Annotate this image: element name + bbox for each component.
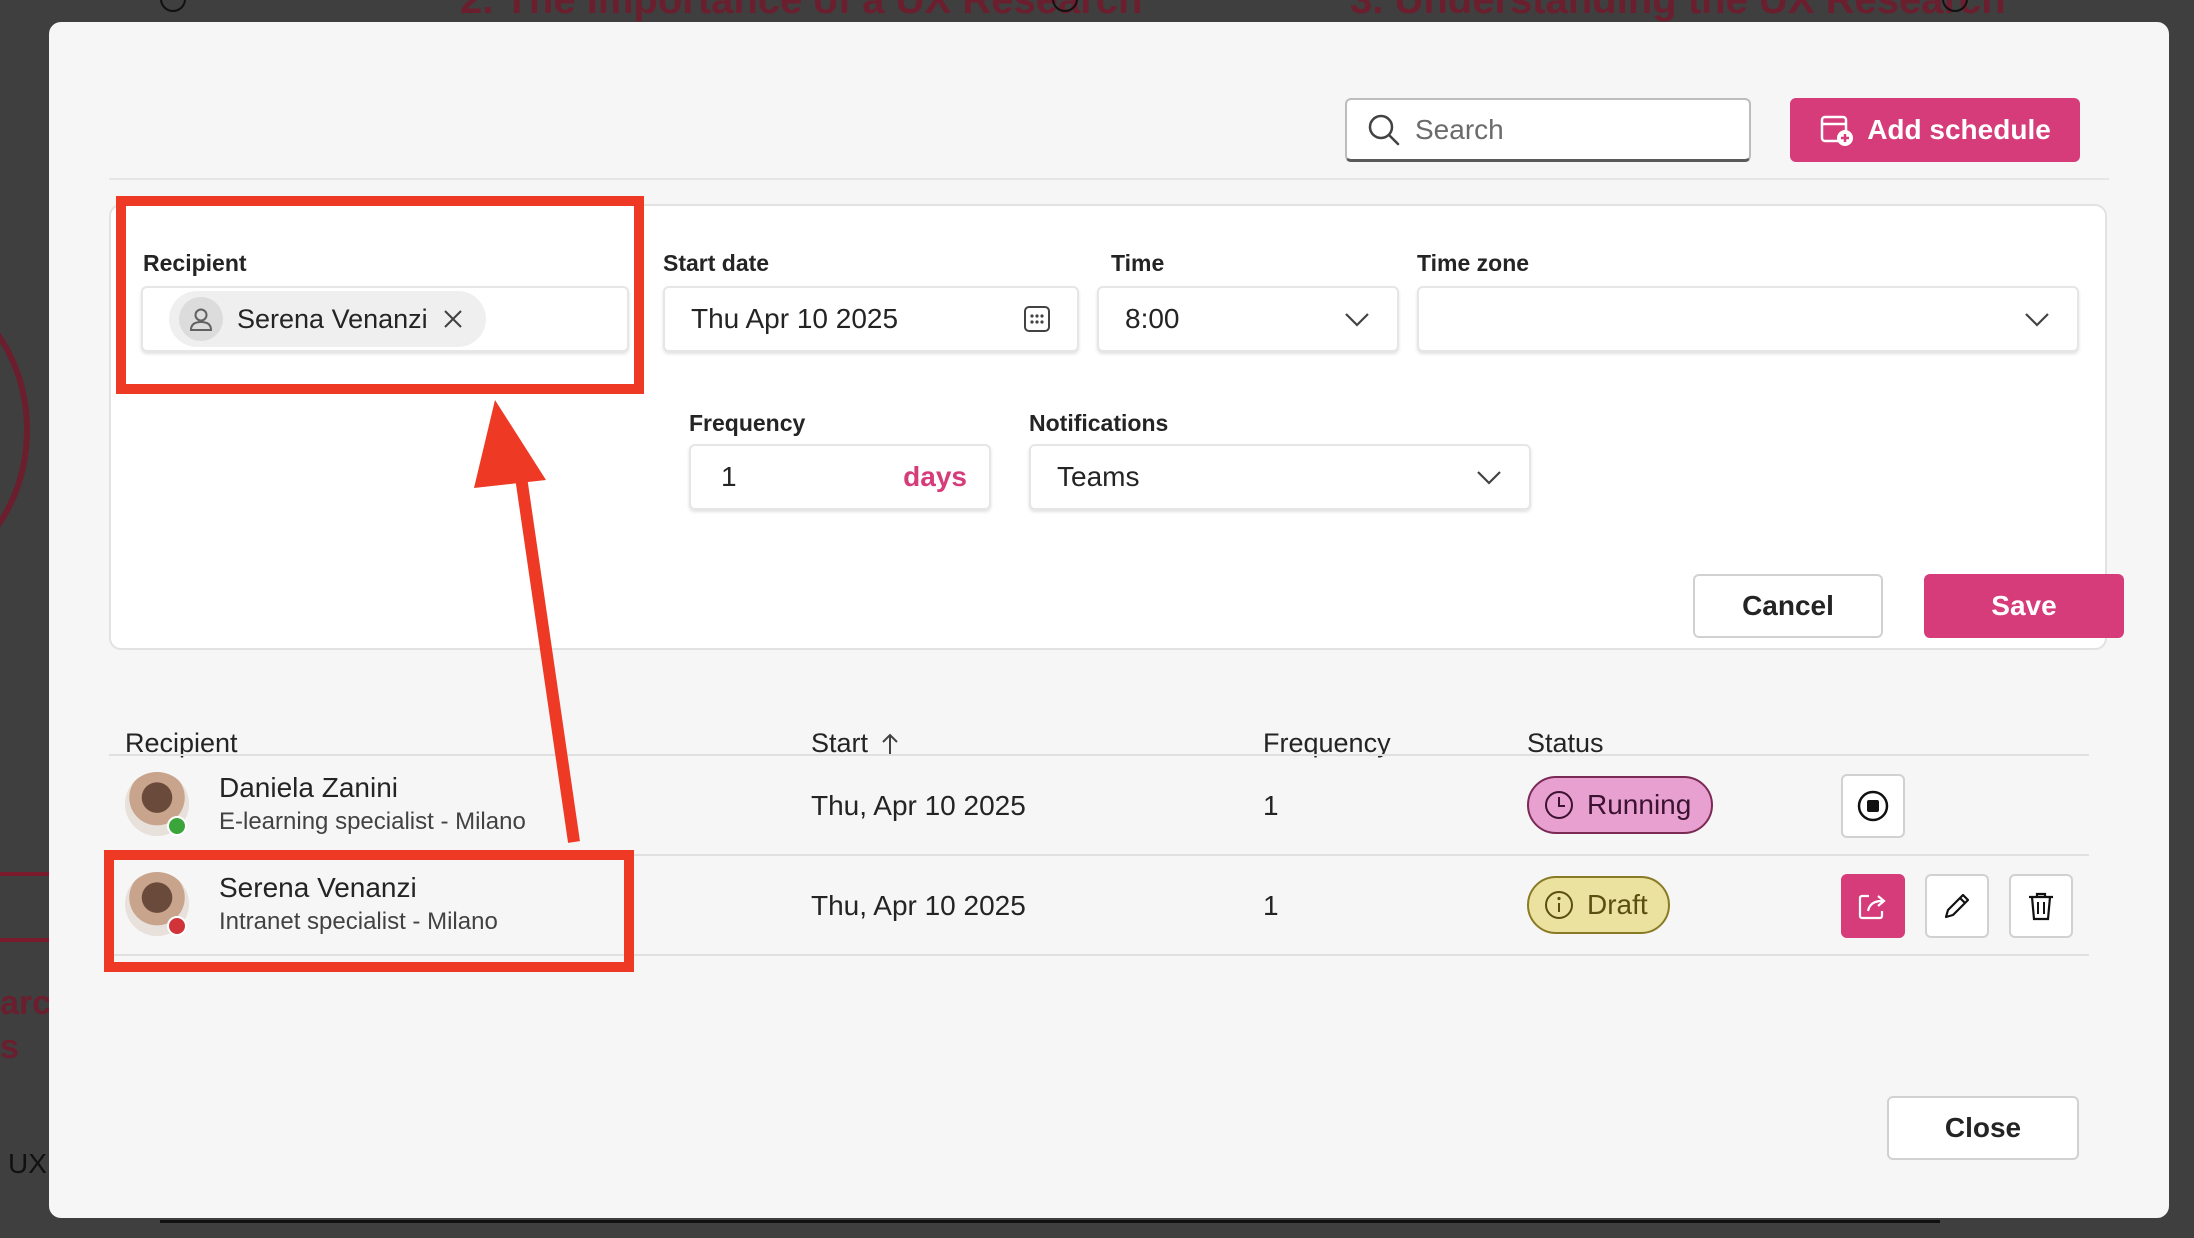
annotation-arrow-shaft [514,469,580,843]
annotation-arrow-head [474,400,546,488]
annotation-arrow [474,400,580,843]
